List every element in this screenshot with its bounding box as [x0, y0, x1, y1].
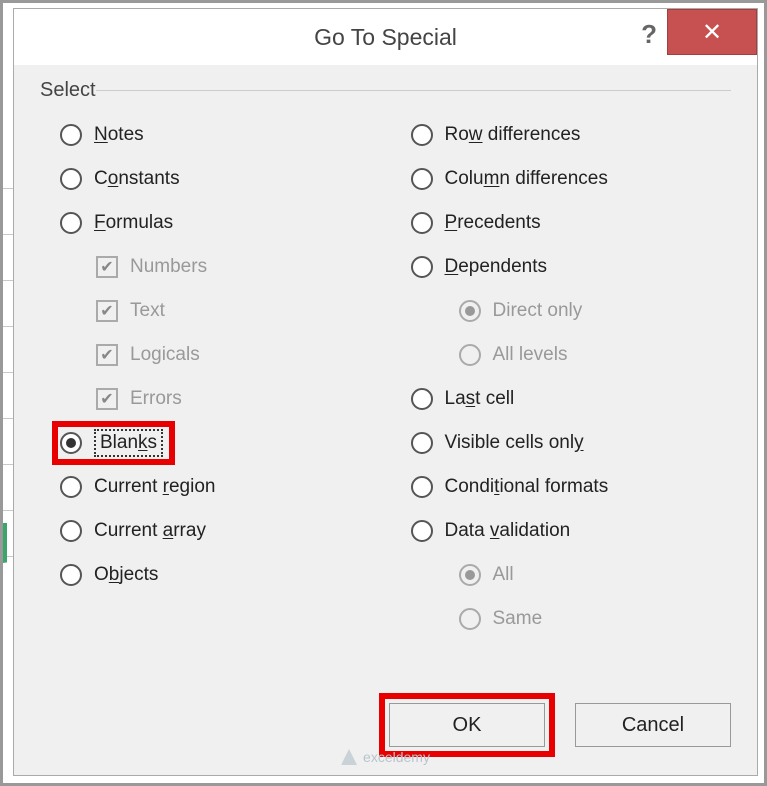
radio-all: All: [391, 553, 732, 597]
check-logicals: ✔ Logicals: [40, 333, 381, 377]
radio-label: Same: [493, 608, 543, 630]
radio-conditional-formats[interactable]: Conditional formats: [391, 465, 732, 509]
radio-notes[interactable]: Notes: [40, 113, 381, 157]
radio-label: Notes: [94, 124, 144, 146]
group-divider: [96, 90, 731, 91]
screenshot-frame: Go To Special ? ✕ Select Notes Constants: [0, 0, 767, 786]
radio-icon: [459, 564, 481, 586]
options-columns: Notes Constants Formulas ✔ Numbers: [40, 113, 731, 641]
radio-icon: [411, 212, 433, 234]
background-grid-edge: [3, 143, 13, 603]
cancel-button[interactable]: Cancel: [575, 703, 731, 747]
radio-row-differences[interactable]: Row differences: [391, 113, 732, 157]
close-button[interactable]: ✕: [667, 9, 757, 55]
dialog-title: Go To Special: [314, 24, 457, 51]
radio-label: Direct only: [493, 300, 583, 322]
radio-label: Dependents: [445, 256, 547, 278]
ok-button[interactable]: OK: [389, 703, 545, 747]
radio-icon: [459, 300, 481, 322]
check-numbers: ✔ Numbers: [40, 245, 381, 289]
radio-current-region[interactable]: Current region: [40, 465, 381, 509]
checkbox-icon: ✔: [96, 256, 118, 278]
radio-icon: [60, 212, 82, 234]
radio-same: Same: [391, 597, 732, 641]
check-errors: ✔ Errors: [40, 377, 381, 421]
radio-icon: [411, 476, 433, 498]
checkbox-icon: ✔: [96, 300, 118, 322]
radio-icon: [60, 168, 82, 190]
check-label: Text: [130, 300, 165, 322]
radio-label: Visible cells only: [445, 432, 584, 454]
watermark-icon: [341, 749, 357, 765]
radio-label: All levels: [493, 344, 568, 366]
right-column: Row differences Column differences Prece…: [391, 113, 732, 641]
radio-label: Data validation: [445, 520, 571, 542]
check-label: Errors: [130, 388, 182, 410]
radio-label: Conditional formats: [445, 476, 609, 498]
radio-icon: [459, 344, 481, 366]
radio-blanks-row[interactable]: Blanks: [40, 421, 381, 465]
left-column: Notes Constants Formulas ✔ Numbers: [40, 113, 381, 641]
dialog-content: Select Notes Constants Formulas: [14, 65, 757, 651]
radio-label: Last cell: [445, 388, 515, 410]
check-text: ✔ Text: [40, 289, 381, 333]
check-label: Logicals: [130, 344, 200, 366]
radio-icon: [411, 124, 433, 146]
radio-data-validation[interactable]: Data validation: [391, 509, 732, 553]
radio-icon: [60, 520, 82, 542]
highlight-box-blanks: Blanks: [52, 421, 175, 465]
highlight-box-ok: OK: [379, 693, 555, 757]
radio-last-cell[interactable]: Last cell: [391, 377, 732, 421]
radio-label: Blanks: [94, 429, 163, 457]
radio-label: Precedents: [445, 212, 541, 234]
radio-icon: [411, 432, 433, 454]
radio-label: Constants: [94, 168, 180, 190]
checkbox-icon: ✔: [96, 388, 118, 410]
radio-all-levels: All levels: [391, 333, 732, 377]
dialog-buttons: OK Cancel: [379, 693, 731, 757]
radio-icon: [60, 564, 82, 586]
radio-icon: [60, 124, 82, 146]
radio-precedents[interactable]: Precedents: [391, 201, 732, 245]
radio-visible-cells[interactable]: Visible cells only: [391, 421, 732, 465]
radio-label: Column differences: [445, 168, 608, 190]
radio-constants[interactable]: Constants: [40, 157, 381, 201]
radio-direct-only: Direct only: [391, 289, 732, 333]
radio-column-differences[interactable]: Column differences: [391, 157, 732, 201]
radio-formulas[interactable]: Formulas: [40, 201, 381, 245]
goto-special-dialog: Go To Special ? ✕ Select Notes Constants: [13, 8, 758, 776]
radio-label: Row differences: [445, 124, 581, 146]
radio-icon: [60, 432, 82, 454]
radio-icon: [411, 168, 433, 190]
radio-label: All: [493, 564, 514, 586]
radio-label: Objects: [94, 564, 158, 586]
radio-dependents[interactable]: Dependents: [391, 245, 732, 289]
radio-icon: [411, 520, 433, 542]
radio-label: Formulas: [94, 212, 173, 234]
check-label: Numbers: [130, 256, 207, 278]
checkbox-icon: ✔: [96, 344, 118, 366]
radio-icon: [411, 388, 433, 410]
radio-label: Current region: [94, 476, 215, 498]
radio-current-array[interactable]: Current array: [40, 509, 381, 553]
radio-icon: [459, 608, 481, 630]
titlebar: Go To Special ? ✕: [14, 9, 757, 65]
radio-objects[interactable]: Objects: [40, 553, 381, 597]
radio-label: Current array: [94, 520, 206, 542]
help-button[interactable]: ?: [641, 19, 657, 50]
radio-icon: [60, 476, 82, 498]
radio-icon: [411, 256, 433, 278]
